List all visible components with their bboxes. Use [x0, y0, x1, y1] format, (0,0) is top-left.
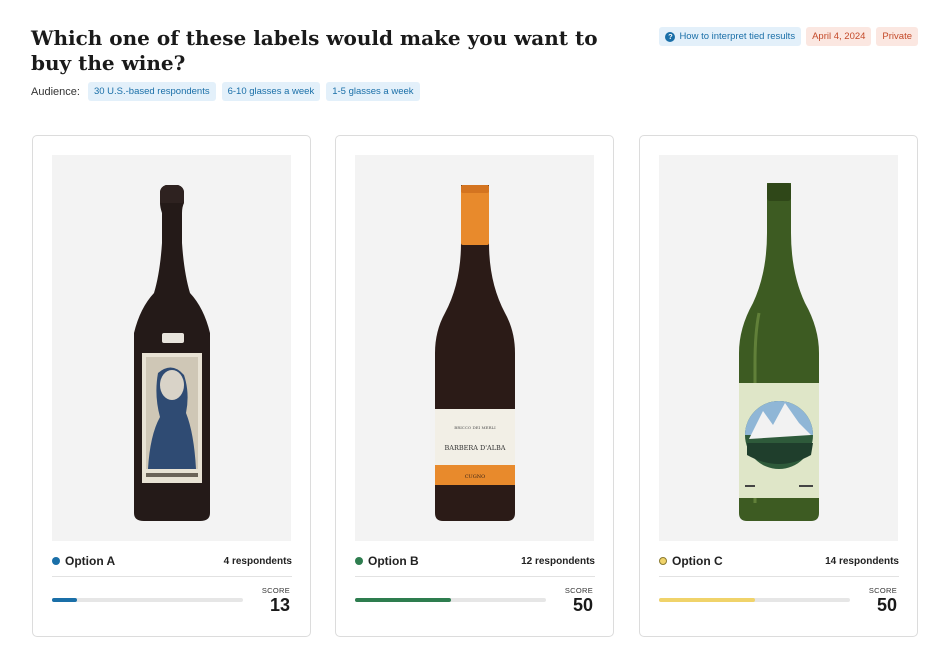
option-b-name: Option B	[368, 554, 419, 568]
score-value: 50	[572, 595, 593, 615]
score-value: 50	[876, 595, 897, 615]
option-c-score-bar-fill	[659, 598, 755, 602]
option-a-score-bar-fill	[52, 598, 77, 602]
help-link-label: How to interpret tied results	[679, 31, 796, 42]
option-a-score-bar	[52, 598, 243, 602]
score-value: 13	[269, 595, 290, 615]
option-a-name: Option A	[65, 554, 116, 568]
wine-bottle-dark-image	[133, 185, 210, 521]
audience-chip-glasses-6-10: 6-10 glasses a week	[221, 82, 321, 101]
option-b-score: SCORE 50	[565, 586, 593, 615]
option-a-divider	[52, 576, 292, 577]
option-a-image	[52, 155, 291, 541]
option-a-score: SCORE 13	[262, 586, 290, 615]
option-b-color-dot	[355, 557, 363, 565]
option-b-score-bar	[355, 598, 546, 602]
option-a-header: Option A 4 respondents	[52, 553, 292, 569]
page-title: Which one of these labels would make you…	[31, 26, 598, 75]
audience-label: Audience:	[31, 85, 80, 98]
option-c-color-dot	[659, 557, 667, 565]
date-badge: April 4, 2024	[806, 27, 872, 46]
option-c-header: Option C 14 respondents	[659, 553, 899, 569]
option-card-b[interactable]: BRICCO DEI MERLI BARBERA D'ALBA CUGNO Op…	[335, 135, 614, 637]
option-c-name: Option C	[672, 554, 723, 568]
option-a-respondents: 4 respondents	[223, 555, 292, 567]
audience-chip-glasses-1-5: 1-5 glasses a week	[326, 82, 420, 101]
option-b-respondents: 12 respondents	[521, 555, 595, 567]
bottle-b-brand: BRICCO DEI MERLI	[454, 425, 496, 430]
option-b-divider	[355, 576, 595, 577]
wine-bottle-barbera-image: BRICCO DEI MERLI BARBERA D'ALBA CUGNO	[434, 185, 515, 521]
option-c-divider	[659, 576, 899, 577]
option-card-a[interactable]: Option A 4 respondents SCORE 13	[32, 135, 311, 637]
option-a-color-dot	[52, 557, 60, 565]
option-b-score-bar-fill	[355, 598, 451, 602]
bottle-b-maker: CUGNO	[464, 474, 485, 480]
option-c-respondents: 14 respondents	[825, 555, 899, 567]
score-label: SCORE	[868, 586, 897, 595]
option-c-image	[659, 155, 898, 541]
option-b-image: BRICCO DEI MERLI BARBERA D'ALBA CUGNO	[355, 155, 594, 541]
audience-row: Audience: 30 U.S.-based respondents 6-10…	[31, 82, 420, 101]
option-c-score-bar	[659, 598, 850, 602]
option-b-header: Option B 12 respondents	[355, 553, 595, 569]
help-link-tied-results[interactable]: ? How to interpret tied results	[659, 27, 802, 46]
wine-bottle-green-image	[738, 183, 819, 521]
option-c-score: SCORE 50	[869, 586, 897, 615]
header-meta: ? How to interpret tied results April 4,…	[659, 27, 918, 46]
score-label: SCORE	[261, 586, 290, 595]
question-icon: ?	[665, 31, 676, 42]
score-label: SCORE	[564, 586, 593, 595]
option-card-c[interactable]: Option C 14 respondents SCORE 50	[639, 135, 918, 637]
visibility-badge: Private	[876, 27, 918, 46]
bottle-b-name: BARBERA D'ALBA	[444, 444, 505, 452]
audience-chip-respondents: 30 U.S.-based respondents	[87, 82, 216, 101]
